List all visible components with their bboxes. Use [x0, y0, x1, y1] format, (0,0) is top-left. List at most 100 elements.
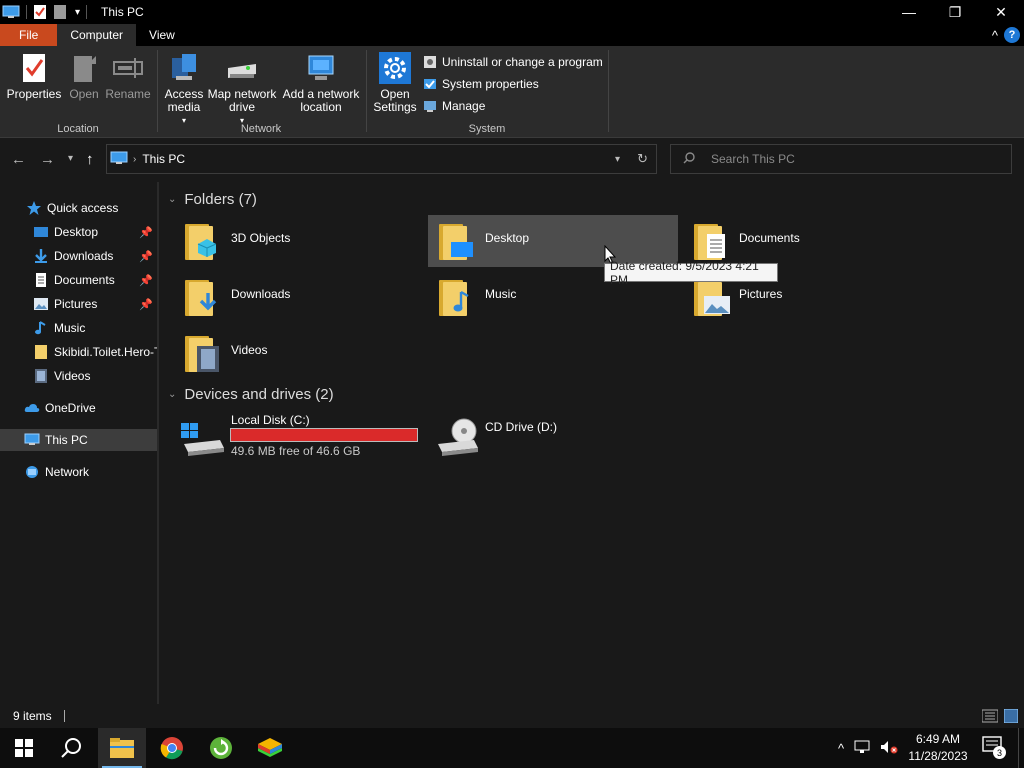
chrome-taskbar-button[interactable] [148, 728, 196, 768]
music-note-icon [33, 320, 49, 336]
nav-network[interactable]: Network [24, 461, 157, 483]
disk-usage-bar [230, 428, 418, 442]
item-count: 9 items [13, 709, 52, 723]
back-arrow-icon[interactable]: ← [11, 151, 26, 168]
access-media-icon [168, 52, 200, 84]
network-group: Access media ▾ Map network drive ▾ Add a… [158, 46, 364, 138]
help-icon[interactable]: ? [1004, 27, 1020, 43]
tab-file[interactable]: File [0, 24, 58, 46]
drive-cd-d[interactable]: CD Drive (D:) [432, 410, 682, 466]
add-network-location-button[interactable]: Add a network location [280, 52, 362, 114]
collapse-ribbon-icon[interactable]: ^ [992, 28, 998, 43]
open-button[interactable]: Open [66, 52, 102, 101]
open-settings-button[interactable]: Open Settings [371, 52, 419, 114]
pin-icon[interactable]: 📌 [139, 250, 153, 263]
taskbar: ^ 6:49 AM 11/28/2023 3 [0, 728, 1024, 768]
ribbon-tabs: File Computer View ^ ? [0, 24, 1024, 46]
recent-locations-chevron-icon[interactable]: ▾ [68, 153, 73, 164]
address-dropdown-icon[interactable]: ▾ [615, 154, 620, 165]
cloud-icon [24, 400, 40, 416]
file-explorer-icon [110, 738, 134, 758]
folder-icon [33, 344, 49, 360]
volume-muted-icon[interactable] [880, 740, 898, 757]
address-box[interactable]: › This PC ▾ ↻ [106, 144, 657, 174]
properties-button[interactable]: Properties [6, 52, 62, 101]
tooltip: Date created: 9/5/2023 4:21 PM [604, 259, 778, 287]
ribbon: Properties Open Rename Location Access m… [0, 46, 1024, 138]
film-icon [33, 368, 49, 384]
clock[interactable]: 6:49 AM 11/28/2023 [900, 731, 976, 765]
folder-icon [185, 276, 217, 316]
details-view-icon[interactable] [981, 709, 999, 726]
green-app-icon [210, 737, 232, 759]
folder-icon [185, 332, 219, 372]
map-network-drive-button[interactable]: Map network drive ▾ [206, 52, 278, 127]
app-taskbar-button-green[interactable] [197, 728, 245, 768]
cd-drive-icon [434, 416, 480, 459]
uninstall-program-button[interactable]: Uninstall or change a program [423, 55, 603, 69]
nav-item-documents[interactable]: Documents 📌 [33, 269, 157, 291]
rename-icon [112, 52, 144, 84]
search-icon [61, 738, 81, 758]
nav-item-desktop[interactable]: Desktop 📌 [33, 221, 157, 243]
folder-downloads[interactable]: Downloads [178, 271, 428, 323]
up-arrow-icon[interactable]: ↑ [86, 151, 94, 168]
tab-view[interactable]: View [136, 24, 188, 46]
close-button[interactable]: ✕ [978, 0, 1024, 24]
customize-toolbar-chevron-icon[interactable]: ▾ [75, 7, 80, 18]
folder-3d-objects[interactable]: 3D Objects [178, 215, 428, 267]
action-center-button[interactable]: 3 [982, 736, 1006, 760]
nav-quick-access[interactable]: Quick access [26, 197, 157, 219]
navigation-pane: Quick access Desktop 📌 Downloads 📌 Docum… [0, 192, 157, 702]
windows-logo-icon [15, 739, 33, 757]
nav-item-videos[interactable]: Videos [33, 365, 157, 387]
network-icon [24, 464, 40, 480]
devices-section-header[interactable]: ⌄ Devices and drives (2) [168, 386, 334, 403]
windows-drive-icon [180, 422, 226, 459]
breadcrumb-chevron-icon[interactable]: › [133, 154, 136, 165]
pin-icon[interactable]: 📌 [139, 274, 153, 287]
folder-videos[interactable]: Videos [178, 327, 428, 379]
tab-computer[interactable]: Computer [57, 24, 137, 46]
collapse-chevron-icon: ⌄ [168, 389, 177, 400]
system-group: Open Settings Uninstall or change a prog… [367, 46, 607, 138]
large-icons-view-icon[interactable] [1003, 708, 1019, 726]
system-properties-button[interactable]: System properties [423, 77, 539, 91]
nav-this-pc[interactable]: This PC [0, 429, 157, 451]
nav-item-folder[interactable]: Skibidi.Toilet.Hero-T [33, 341, 157, 363]
show-desktop-button[interactable] [1018, 728, 1024, 768]
folders-section-header[interactable]: ⌄ Folders (7) [168, 191, 257, 208]
rename-button[interactable]: Rename [104, 52, 152, 101]
file-explorer-taskbar-button[interactable] [98, 728, 146, 768]
search-input[interactable]: Search This PC [670, 144, 1012, 174]
pin-icon[interactable]: 📌 [139, 298, 153, 311]
clock-time: 6:49 AM [915, 732, 961, 746]
maximize-button[interactable]: ❐ [932, 0, 978, 24]
network-tray-icon[interactable] [854, 740, 872, 757]
nav-item-downloads[interactable]: Downloads 📌 [33, 245, 157, 267]
layers-app-icon [258, 738, 282, 757]
minimize-button[interactable]: — [886, 0, 932, 24]
manage-button[interactable]: Manage [423, 99, 485, 113]
search-taskbar-button[interactable] [48, 728, 96, 768]
folder-icon [439, 220, 473, 260]
nav-item-pictures[interactable]: Pictures 📌 [33, 293, 157, 315]
pin-icon[interactable]: 📌 [139, 226, 153, 239]
refresh-icon[interactable]: ↻ [637, 151, 648, 167]
drive-local-disk-c[interactable]: Local Disk (C:) 49.6 MB free of 46.6 GB [178, 410, 440, 466]
properties-check-icon[interactable] [33, 4, 47, 20]
forward-arrow-icon[interactable]: → [40, 151, 55, 168]
show-hidden-icons-chevron-icon[interactable]: ^ [838, 741, 844, 756]
picture-icon [33, 296, 49, 312]
download-arrow-icon [33, 248, 49, 264]
nav-item-music[interactable]: Music [33, 317, 157, 339]
this-pc-icon[interactable] [2, 5, 20, 19]
app-taskbar-button-layers[interactable] [246, 728, 294, 768]
breadcrumb-this-pc[interactable]: This PC [142, 152, 185, 166]
properties-icon [18, 52, 50, 84]
access-media-button[interactable]: Access media ▾ [162, 52, 206, 127]
this-pc-icon [110, 151, 128, 168]
new-folder-icon[interactable] [53, 4, 67, 20]
nav-onedrive[interactable]: OneDrive [24, 397, 157, 419]
start-button[interactable] [0, 728, 48, 768]
